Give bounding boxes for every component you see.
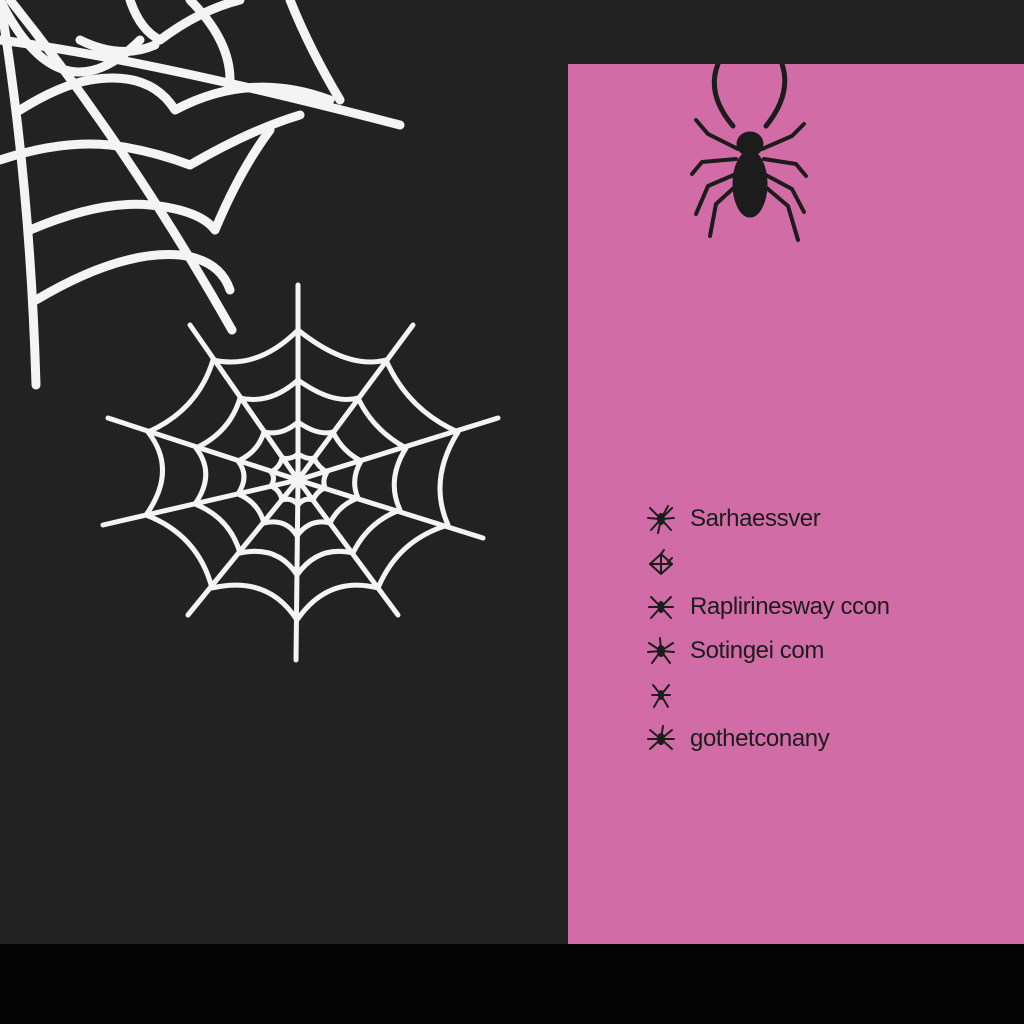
contact-label: Sarhaessver [690, 505, 821, 532]
contact-label: Sotingei com [690, 637, 824, 664]
list-item: Sarhaessver [646, 504, 890, 534]
corner-web-icon [0, 0, 405, 390]
round-web-icon [100, 282, 501, 663]
contact-list: Sarhaessver Raplirinesway ccon Sotingei … [646, 504, 890, 768]
contact-card: Sarhaessver Raplirinesway ccon Sotingei … [568, 64, 1024, 944]
web-icon [649, 549, 673, 575]
spider-icon [647, 637, 675, 664]
list-item: Raplirinesway ccon [646, 592, 890, 622]
list-item: gothetconany [646, 724, 890, 754]
hanging-spider-icon [690, 64, 808, 242]
list-item: Sotingei com [646, 636, 890, 666]
spider-icon [651, 684, 671, 708]
contact-label: Raplirinesway ccon [690, 593, 890, 620]
spider-icon [647, 725, 675, 750]
list-item [646, 680, 890, 710]
poster: Sarhaessver Raplirinesway ccon Sotingei … [0, 0, 1024, 1024]
spider-icon [648, 596, 674, 619]
spider-icon [647, 505, 675, 534]
cobweb-illustration [0, 0, 501, 663]
bottom-bar [0, 944, 1024, 1024]
list-item [646, 548, 890, 578]
contact-label: gothetconany [690, 725, 830, 752]
